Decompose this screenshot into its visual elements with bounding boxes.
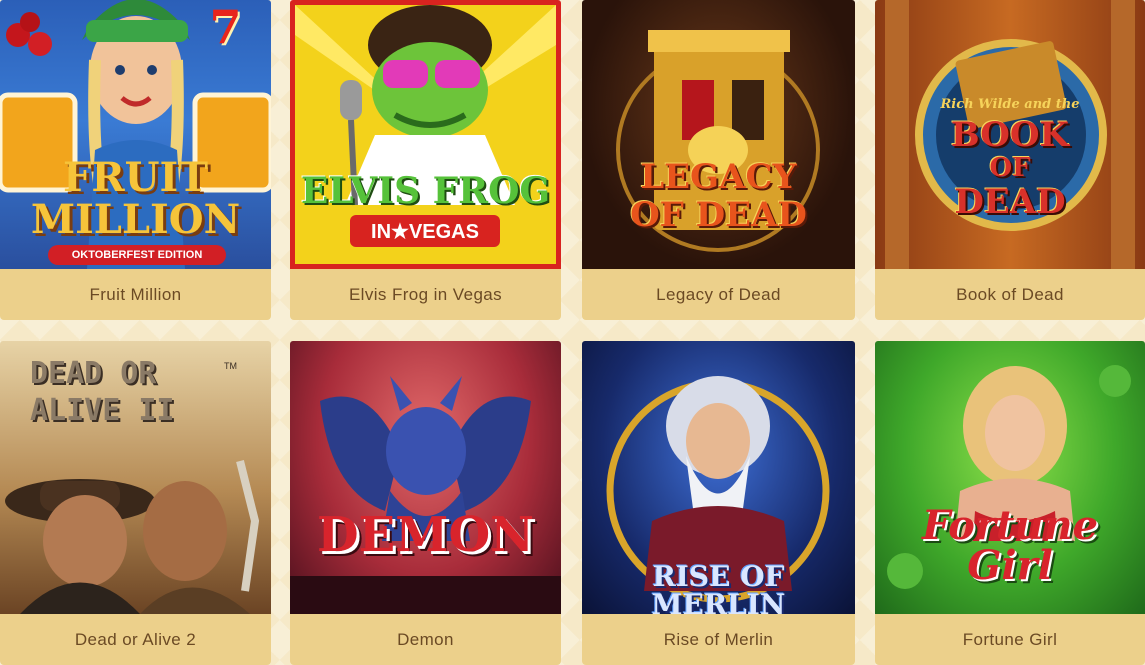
game-thumbnail[interactable]: Rich Wilde and the BOOK OF DEAD [875,0,1145,269]
art-title-line-1: BOOK [950,115,1070,155]
game-title[interactable]: Fortune Girl [875,614,1145,665]
game-thumbnail[interactable]: LEGACY OF DEAD [582,0,855,269]
art-small-caption: Rich Wilde and the [940,97,1080,112]
game-thumbnail[interactable]: ELVIS FROG IN★VEGAS [290,0,561,269]
game-thumbnail[interactable]: 7 FRUIT MILLION OKTOBERFEST EDITION [0,0,271,269]
game-title[interactable]: Legacy of Dead [582,269,855,320]
lucky-seven-badge: 7 [209,0,242,54]
game-card-fortune-girl[interactable]: Fortune Girl Fortune Girl [875,341,1145,665]
art-title-line-2: OF [989,153,1031,183]
art-subtitle-banner: IN★VEGAS [350,215,500,247]
game-thumbnail[interactable]: DEMON [290,341,561,614]
game-card-dead-or-alive-2[interactable]: DEAD OR ALIVE II TM Dead or Alive 2 [0,341,271,665]
art-title-line-1: LEGACY [640,157,797,197]
game-thumbnail[interactable]: RISE OF MERLIN [582,341,855,614]
game-card-fruit-million[interactable]: 7 FRUIT MILLION OKTOBERFEST EDITION Frui… [0,0,271,320]
trademark-mark: TM [224,361,237,371]
art-title-line-1: ELVIS FROG [300,170,551,212]
game-title[interactable]: Fruit Million [0,269,271,320]
art-title-line-2: MILLION [30,196,241,243]
game-title[interactable]: Dead or Alive 2 [0,614,271,665]
game-card-demon[interactable]: DEMON Demon [290,341,561,665]
game-title[interactable]: Rise of Merlin [582,614,855,665]
game-title[interactable]: Book of Dead [875,269,1145,320]
art-title-line-1: Fortune Girl [921,502,1099,589]
game-thumbnail[interactable]: Fortune Girl [875,341,1145,614]
game-thumbnail[interactable]: DEAD OR ALIVE II TM [0,341,271,614]
art-title-line-2: ALIVE II [30,393,175,428]
game-title[interactable]: Elvis Frog in Vegas [290,269,561,320]
art-title-line-1: RISE OF MERLIN [651,560,786,615]
art-title-line-1: DEAD OR [30,356,157,391]
game-card-legacy-of-dead[interactable]: LEGACY OF DEAD Legacy of Dead [582,0,855,320]
art-title-line-2: OF DEAD [630,195,807,235]
art-subtitle-ribbon: OKTOBERFEST EDITION [48,245,226,265]
gargoyle-demon-illustration [290,376,561,614]
art-title-line-1: FRUIT [63,154,208,201]
game-card-book-of-dead[interactable]: Rich Wilde and the BOOK OF DEAD Book of … [875,0,1145,320]
art-title-line-1: DEMON [316,507,535,563]
game-card-elvis-frog-in-vegas[interactable]: ELVIS FROG IN★VEGAS Elvis Frog in Vegas [290,0,561,320]
art-title-line-3: DEAD [954,182,1066,222]
game-title[interactable]: Demon [290,614,561,665]
games-grid: 7 FRUIT MILLION OKTOBERFEST EDITION Frui… [0,0,1145,665]
game-card-rise-of-merlin[interactable]: RISE OF MERLIN Rise of Merlin [582,341,855,665]
